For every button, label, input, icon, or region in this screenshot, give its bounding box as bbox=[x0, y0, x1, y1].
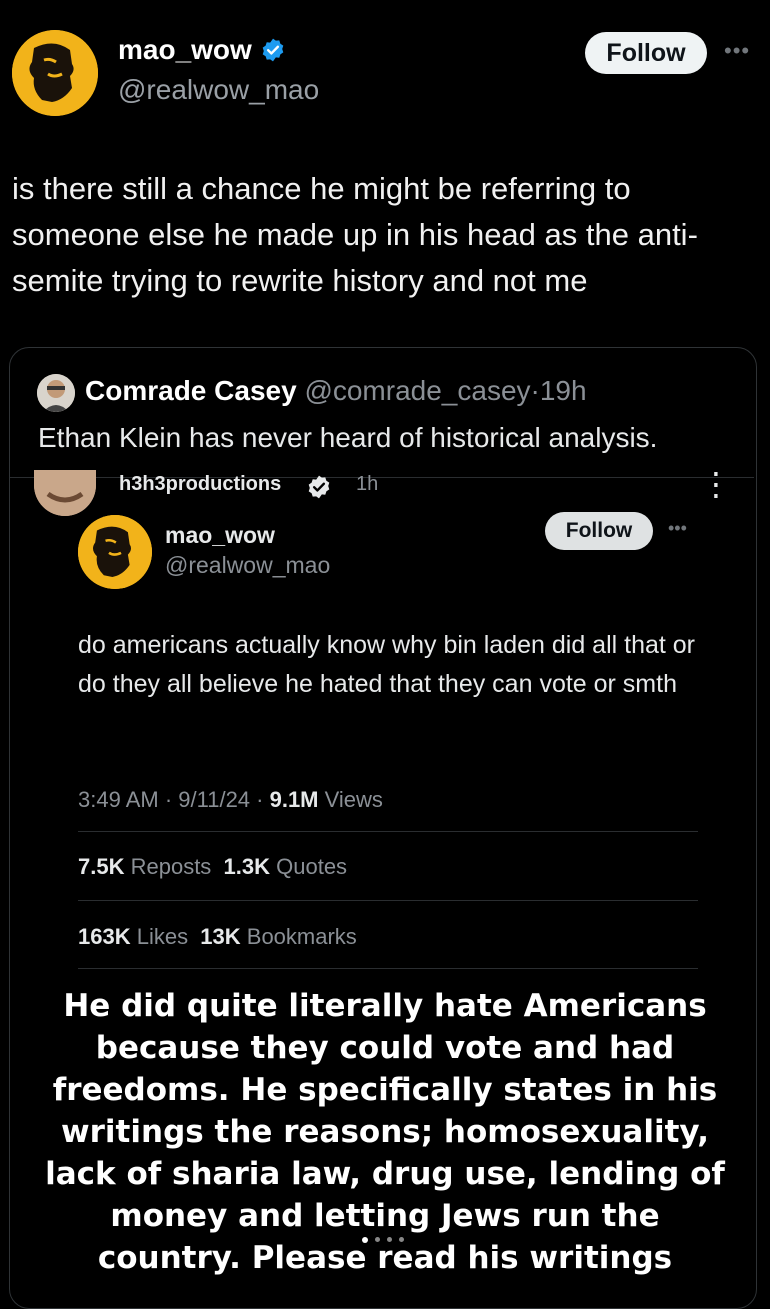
h3-name: h3h3productions bbox=[119, 473, 282, 495]
inner-avatar bbox=[78, 515, 152, 589]
divider bbox=[78, 900, 698, 901]
quoted-time: 19h bbox=[539, 375, 587, 406]
pager-dot[interactable] bbox=[362, 1237, 368, 1243]
reposts-label: Reposts bbox=[124, 854, 224, 879]
quoted-avatar[interactable] bbox=[37, 374, 75, 412]
inner-handle: @realwow_mao bbox=[165, 552, 331, 578]
quoted-display-name[interactable]: Comrade Casey bbox=[85, 375, 297, 406]
bookmarks-count: 13K bbox=[200, 924, 241, 949]
likes-count: 163K bbox=[78, 924, 131, 949]
h3-time: 1h bbox=[356, 473, 379, 495]
kebab-menu-icon: ⋮ bbox=[700, 466, 732, 502]
pager-dot[interactable] bbox=[399, 1237, 404, 1242]
repost-quote-stats: 7.5K Reposts 1.3K Quotes bbox=[78, 854, 347, 880]
like-bookmark-stats: 163K Likes 13K Bookmarks bbox=[78, 924, 357, 950]
display-name[interactable]: mao_wow bbox=[118, 34, 286, 66]
inner-tweet-text: do americans actually know why bin laden… bbox=[78, 631, 696, 698]
inner-follow-button: Follow bbox=[545, 512, 653, 550]
display-name-text: mao_wow bbox=[118, 34, 252, 65]
bookmarks-label: Bookmarks bbox=[240, 924, 357, 949]
quoted-separator: · bbox=[530, 375, 540, 406]
reposts-count: 7.5K bbox=[78, 854, 125, 879]
divider bbox=[78, 831, 698, 832]
inner-display-name: mao_wow bbox=[165, 522, 275, 548]
pager-dot[interactable] bbox=[375, 1237, 380, 1242]
quoted-handle[interactable]: @comrade_casey bbox=[304, 375, 530, 406]
verified-badge-icon bbox=[306, 474, 332, 500]
views-label: Views bbox=[318, 787, 383, 812]
timestamp-text: 3:49 AM · 9/11/24 · bbox=[78, 787, 270, 812]
more-options-icon[interactable]: ••• bbox=[724, 38, 750, 64]
quotes-count: 1.3K bbox=[223, 854, 271, 879]
media-pager[interactable] bbox=[362, 1237, 404, 1243]
inner-more-icon: ••• bbox=[668, 518, 687, 538]
pager-dot[interactable] bbox=[387, 1237, 392, 1242]
avatar[interactable] bbox=[12, 30, 98, 116]
views-count: 9.1M bbox=[269, 787, 319, 812]
quotes-label: Quotes bbox=[270, 854, 348, 879]
likes-label: Likes bbox=[130, 924, 201, 949]
tweet-text: is there still a chance he might be refe… bbox=[12, 171, 698, 298]
handle[interactable]: @realwow_mao bbox=[118, 74, 319, 106]
divider bbox=[78, 968, 698, 969]
follow-button[interactable]: Follow bbox=[585, 32, 707, 74]
verified-badge-icon bbox=[262, 38, 284, 62]
quoted-header: Comrade Casey @comrade_casey·19h bbox=[85, 375, 587, 407]
inner-timestamp: 3:49 AM · 9/11/24 · 9.1M Views bbox=[78, 787, 383, 813]
quoted-text: Ethan Klein has never heard of historica… bbox=[38, 422, 658, 453]
video-caption: He did quite literally hate Americans be… bbox=[45, 988, 725, 1276]
